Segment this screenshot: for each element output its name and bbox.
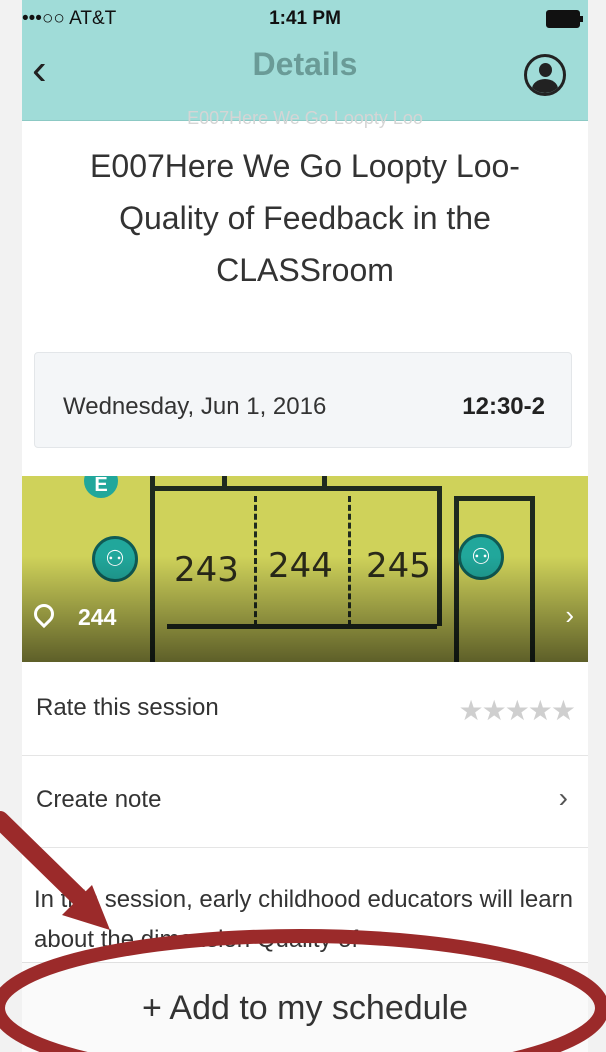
add-to-schedule-label: + Add to my schedule: [141, 989, 469, 1027]
scrolled-title-ghost: E007Here We Go Loopty Loo: [187, 108, 423, 128]
location-label: 244: [78, 604, 117, 630]
user-icon[interactable]: [524, 54, 566, 96]
session-date: Wednesday, Jun 1, 2016: [63, 393, 327, 420]
battery-icon: [546, 10, 583, 28]
add-to-schedule-button[interactable]: + Add to my schedule: [22, 962, 588, 1052]
chevron-right-icon: ›: [565, 600, 574, 630]
nav-bar: ‹ Details E007Here We Go Loopty Loo: [22, 36, 588, 128]
rate-session-row[interactable]: Rate this session ★★★★★: [22, 664, 588, 756]
star-rating[interactable]: ★★★★★: [458, 694, 576, 727]
session-description: In this session, early childhood educato…: [34, 886, 573, 953]
rate-label: Rate this session: [36, 694, 219, 721]
exit-badge: E: [84, 476, 118, 498]
schedule-box: Wednesday, Jun 1, 2016 12:30-2: [34, 352, 572, 448]
status-bar: •••○○ AT&T 1:41 PM: [22, 0, 588, 36]
session-time: 12:30-2: [462, 393, 545, 420]
create-note-row[interactable]: Create note ›: [22, 756, 588, 848]
page-title: Details: [252, 46, 358, 82]
chevron-right-icon: ›: [558, 782, 568, 813]
phone-screen: •••○○ AT&T 1:41 PM ‹ Details E007Here We…: [22, 0, 588, 1052]
note-label: Create note: [36, 786, 162, 813]
clock: 1:41 PM: [269, 8, 341, 29]
session-title: E007Here We Go Loopty Loo-Quality of Fee…: [90, 148, 520, 288]
location-map[interactable]: 243 244 245 ⚇ ⚇ E 244 ›: [22, 476, 588, 662]
